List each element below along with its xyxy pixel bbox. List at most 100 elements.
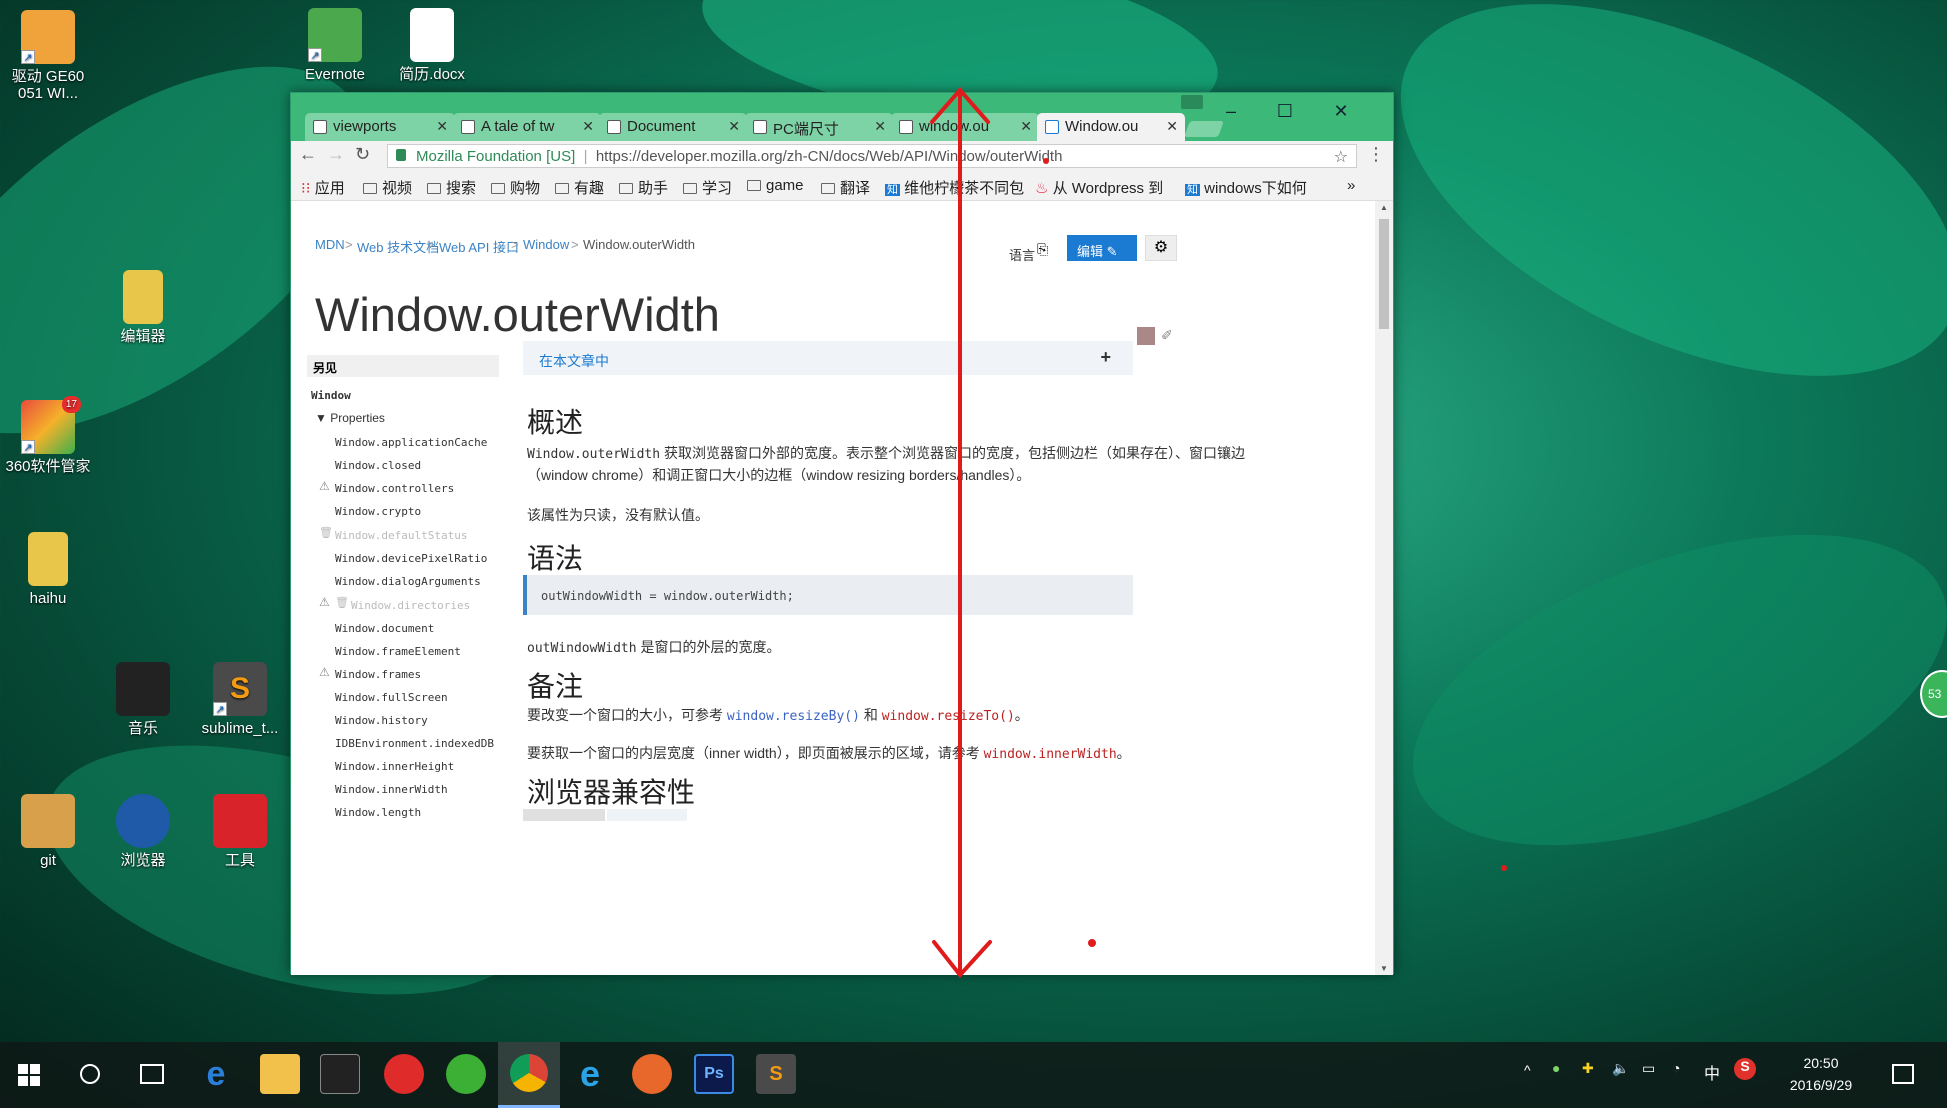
contributors-icon[interactable]: ✐: [1161, 327, 1173, 344]
close-icon[interactable]: ✕: [436, 118, 448, 135]
breadcrumb-link[interactable]: Window: [523, 237, 569, 252]
sidebar-item[interactable]: Window.devicePixelRatio: [335, 552, 487, 565]
tab-tale[interactable]: A tale of tw ✕: [453, 113, 601, 141]
forward-icon[interactable]: →: [327, 144, 345, 165]
translate-icon[interactable]: ⎘: [1037, 241, 1048, 258]
sidebar-item[interactable]: Window.applicationCache: [335, 436, 487, 449]
bookmark-folder[interactable]: 有趣: [555, 177, 604, 198]
close-window-icon[interactable]: ✕: [1331, 101, 1351, 121]
sidebar-item[interactable]: Window.crypto: [335, 505, 421, 518]
sidebar-item[interactable]: Window.document: [335, 622, 434, 635]
bookmark-folder[interactable]: 学习: [683, 177, 732, 198]
sidebar-item[interactable]: Window.innerHeight: [335, 760, 454, 773]
sidebar-item[interactable]: Window.fullScreen: [335, 691, 448, 704]
battery-icon[interactable]: ▭: [1642, 1060, 1655, 1077]
bookmark-folder[interactable]: 助手: [619, 177, 668, 198]
file-explorer-icon[interactable]: [260, 1054, 300, 1094]
bookmark-folder[interactable]: 购物: [491, 177, 540, 198]
language-label[interactable]: 语言: [1009, 245, 1035, 264]
volume-icon[interactable]: 🔈: [1612, 1060, 1629, 1077]
netease-music-icon[interactable]: [384, 1054, 424, 1094]
start-windows-icon[interactable]: [18, 1064, 40, 1086]
ime-indicator[interactable]: 中: [1704, 1060, 1720, 1084]
desktop-icon-resume[interactable]: 简历.docx: [384, 8, 480, 83]
sidebar-item-window[interactable]: Window: [311, 389, 351, 402]
breadcrumb-link[interactable]: Web API 接口: [439, 237, 519, 256]
bookmark-folder[interactable]: 翻译: [821, 177, 870, 198]
desktop-icon-browser[interactable]: 浏览器: [95, 794, 191, 869]
desktop-icon-evernote[interactable]: ↗ Evernote: [287, 8, 383, 83]
breadcrumb-link[interactable]: MDN: [315, 237, 345, 252]
bookmark-link[interactable]: ♨ 从 Wordpress 到: [1035, 177, 1163, 198]
desktop-icon-music[interactable]: 音乐: [95, 662, 191, 737]
contributor-avatar[interactable]: [1137, 327, 1155, 345]
tab-pc-size[interactable]: PC端尺寸 ✕: [745, 113, 893, 141]
link-resizeby[interactable]: window.resizeBy(): [727, 709, 860, 724]
desktop-icon-editor[interactable]: 编辑器: [95, 270, 191, 345]
close-icon[interactable]: ✕: [874, 118, 886, 135]
notification-center-icon[interactable]: [1892, 1064, 1914, 1084]
sidebar-item[interactable]: Window.innerWidth: [335, 783, 448, 796]
profile-icon[interactable]: [1181, 95, 1203, 109]
edge-icon[interactable]: e: [196, 1054, 236, 1094]
bookmark-folder[interactable]: game: [747, 177, 804, 194]
task-view-icon[interactable]: [140, 1064, 164, 1084]
clock[interactable]: 20:50 2016/9/29: [1776, 1052, 1866, 1096]
ie-icon[interactable]: e: [570, 1054, 610, 1094]
bookmark-folder[interactable]: 搜索: [427, 177, 476, 198]
bookmark-link[interactable]: 知 windows下如何: [1185, 177, 1307, 198]
360-tray-icon[interactable]: ✚: [1582, 1060, 1594, 1077]
tab-document[interactable]: Document ✕: [599, 113, 747, 141]
compat-tab[interactable]: [523, 809, 605, 821]
reload-icon[interactable]: ↻: [355, 144, 370, 165]
scrollbar-thumb[interactable]: [1379, 219, 1389, 329]
compat-tab[interactable]: [607, 809, 687, 821]
photoshop-icon[interactable]: Ps: [694, 1054, 734, 1094]
sidebar-item[interactable]: Window.controllers: [335, 482, 454, 495]
wechat-icon[interactable]: [446, 1054, 486, 1094]
scroll-up-icon[interactable]: ▲: [1380, 203, 1388, 212]
chrome-taskbar-item[interactable]: [498, 1042, 560, 1108]
sidebar-item[interactable]: Window.history: [335, 714, 428, 727]
menu-icon[interactable]: ⋮: [1367, 144, 1385, 165]
minimize-icon[interactable]: –: [1221, 101, 1241, 121]
plus-icon[interactable]: +: [1100, 347, 1111, 368]
sidebar-item[interactable]: Window.length: [335, 806, 421, 819]
close-icon[interactable]: ✕: [1020, 118, 1032, 135]
desktop-icon-tools[interactable]: 工具: [192, 794, 288, 869]
sidebar-item[interactable]: Window.frames: [335, 668, 421, 681]
address-bar[interactable]: Mozilla Foundation [US] | https://develo…: [387, 144, 1357, 168]
sidebar-item[interactable]: Window.defaultStatus: [335, 529, 467, 542]
close-icon[interactable]: ✕: [728, 118, 740, 135]
bookmark-folder[interactable]: 视频: [363, 177, 412, 198]
tab-window-outer-1[interactable]: window.ou ✕: [891, 113, 1039, 141]
desktop-icon-sublime[interactable]: S ↗ sublime_t...: [192, 662, 288, 737]
desktop-icon-driver[interactable]: ↗ 驱动 GE60 051 WI...: [0, 10, 96, 102]
cortana-search-icon[interactable]: [80, 1064, 100, 1084]
browser-window[interactable]: viewports ✕ A tale of tw ✕ Document ✕ PC…: [290, 92, 1394, 975]
scroll-down-icon[interactable]: ▼: [1380, 964, 1388, 973]
star-icon[interactable]: ☆: [1334, 147, 1348, 167]
sidebar-item[interactable]: Window.directories: [351, 599, 470, 612]
link-resizeto[interactable]: window.resizeTo(): [882, 709, 1015, 724]
firefox-icon[interactable]: [632, 1054, 672, 1094]
sidebar-item[interactable]: Window.closed: [335, 459, 421, 472]
desktop-icon-haihu[interactable]: haihu: [0, 532, 96, 607]
sidebar-item[interactable]: Window.frameElement: [335, 645, 461, 658]
back-icon[interactable]: ←: [299, 144, 317, 165]
bookmark-apps[interactable]: ⁝⁝ 应用: [301, 177, 345, 198]
close-icon[interactable]: ✕: [582, 118, 594, 135]
title-bar[interactable]: viewports ✕ A tale of tw ✕ Document ✕ PC…: [291, 93, 1393, 141]
desktop-icon-360[interactable]: 17 ↗ 360软件管家: [0, 396, 96, 475]
sogou-ime-icon[interactable]: S: [1734, 1058, 1756, 1080]
edit-button[interactable]: 编辑 ✎: [1067, 235, 1137, 261]
sublime-taskbar-icon[interactable]: S: [756, 1054, 796, 1094]
bookmarks-overflow[interactable]: »: [1347, 177, 1355, 194]
sidebar-item[interactable]: IDBEnvironment.indexedDB: [335, 737, 494, 750]
maximize-icon[interactable]: ☐: [1275, 101, 1295, 121]
sidebar-item[interactable]: Window.dialogArguments: [335, 575, 481, 588]
wifi-icon[interactable]: ◔: [1672, 1060, 1680, 1076]
close-icon[interactable]: ✕: [1166, 118, 1178, 135]
terminal-icon[interactable]: [320, 1054, 360, 1094]
tab-window-outer-active[interactable]: Window.ou ✕: [1037, 113, 1185, 141]
